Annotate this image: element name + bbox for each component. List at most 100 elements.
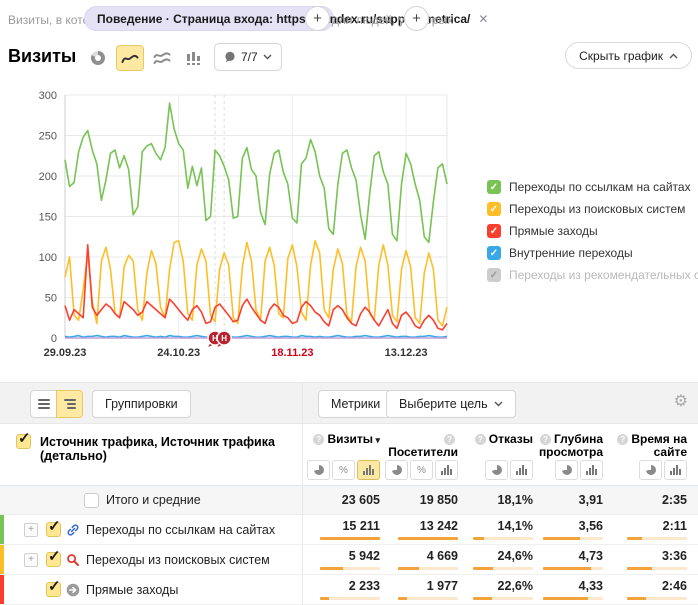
segment-chip[interactable]: Поведение · Страница входа: https://yand…: [84, 6, 334, 31]
pie-toggle[interactable]: [307, 460, 330, 480]
legend-label: Переходы из рекомендательных систем: [509, 268, 698, 282]
display-toggle-group: %: [302, 460, 380, 480]
chart-type-donut-button[interactable]: [84, 45, 112, 71]
metric-cell: 2:35: [603, 486, 687, 514]
chart-legend: ✓Переходы по ссылкам на сайтах✓Переходы …: [487, 176, 698, 286]
pie-toggle[interactable]: [485, 460, 508, 480]
bars-toggle[interactable]: [580, 460, 603, 480]
metric-minibar: [627, 537, 687, 540]
metric-value: 23 605: [342, 494, 380, 507]
tree-view-icon: [64, 399, 76, 409]
legend-checkbox[interactable]: ✓: [487, 202, 501, 216]
column-separator: [302, 382, 303, 605]
bars-icon: [363, 465, 374, 475]
pie-toggle[interactable]: [385, 460, 408, 480]
metric-minibar: [398, 597, 458, 600]
chart-type-stacked-button[interactable]: [148, 45, 176, 71]
legend-item[interactable]: ✓Переходы из поисковых систем: [487, 198, 698, 220]
metric-value: 4,73: [579, 550, 603, 563]
bars-toggle[interactable]: [664, 460, 687, 480]
metric-minibar: [473, 537, 533, 540]
legend-label: Прямые заходы: [509, 224, 598, 238]
metric-minibar: [398, 567, 458, 570]
hide-chart-label: Скрыть график: [579, 49, 663, 63]
percent-toggle[interactable]: %: [410, 460, 433, 480]
legend-checkbox[interactable]: ✓: [487, 180, 501, 194]
legend-checkbox[interactable]: ✓: [487, 268, 501, 282]
annotations-count: 7/7: [241, 50, 258, 64]
metric-column-header[interactable]: ?Время на сайте: [603, 424, 687, 459]
metric-value: 14,1%: [498, 520, 533, 533]
metric-value: 15 211: [342, 520, 380, 533]
bars-toggle[interactable]: [510, 460, 533, 480]
add-segment-button[interactable]: +: [305, 6, 330, 31]
help-icon[interactable]: ?: [617, 434, 628, 445]
metrica-report-page: Визиты, в которых Поведение · Страница в…: [0, 0, 698, 605]
groupings-button[interactable]: Группировки: [92, 390, 191, 418]
pie-toggle[interactable]: [639, 460, 662, 480]
sort-desc-icon: ▾: [373, 435, 380, 445]
help-icon[interactable]: ?: [444, 434, 455, 445]
metric-cell: 5 942: [302, 545, 380, 574]
people-filter-label: для людей, у которых: [332, 13, 453, 27]
metric-cell: 23 605: [302, 486, 380, 514]
y-tick-label: 100: [39, 252, 57, 264]
metric-value: 5 942: [349, 550, 380, 563]
help-icon[interactable]: ?: [313, 434, 324, 445]
percent-toggle[interactable]: %: [332, 460, 355, 480]
hide-chart-button[interactable]: Скрыть график: [565, 42, 692, 69]
metric-column-label: Посетители: [388, 445, 458, 459]
chart-type-line-button[interactable]: [116, 45, 144, 71]
gear-icon[interactable]: ⚙: [674, 394, 688, 410]
metric-value: 18,1%: [498, 494, 533, 507]
help-icon[interactable]: ?: [475, 434, 486, 445]
chevron-down-icon: [263, 54, 272, 60]
close-icon[interactable]: ✕: [478, 12, 488, 26]
metric-cell: 18,1%: [458, 486, 533, 514]
legend-label: Внутренние переходы: [509, 246, 633, 260]
metric-column-header[interactable]: ?Посетители: [380, 424, 458, 459]
metric-cell: 2:11: [603, 515, 687, 544]
legend-item[interactable]: ✓ Прямые заходы: [487, 220, 698, 242]
tree-view-button[interactable]: [56, 390, 83, 418]
y-tick-label: 300: [39, 90, 57, 102]
legend-checkbox[interactable]: ✓: [487, 246, 501, 260]
metric-value: 19 850: [420, 494, 458, 507]
metric-cell: 22,6%: [458, 575, 533, 604]
metric-cell: 4,33: [533, 575, 603, 604]
metric-cell: 2 233: [302, 575, 380, 604]
metrics-button[interactable]: Метрики: [318, 390, 393, 418]
metric-value: 4 669: [427, 550, 458, 563]
flat-list-view-button[interactable]: [30, 390, 57, 418]
x-tick-label: 13.12.23: [385, 347, 428, 359]
add-people-filter-button[interactable]: +: [404, 6, 429, 31]
bars-toggle[interactable]: [357, 460, 380, 480]
y-tick-label: 50: [45, 293, 57, 305]
metric-column-header[interactable]: ?Глубина просмотра: [533, 424, 603, 459]
legend-item[interactable]: ✓ Внутренние переходы: [487, 242, 698, 264]
metric-cell: 3:36: [603, 545, 687, 574]
help-icon[interactable]: ?: [540, 434, 551, 445]
legend-item[interactable]: ✓ Переходы из рекомендательных систем: [487, 264, 698, 286]
metric-column-header[interactable]: ?Отказы: [458, 424, 533, 459]
chart-header: Визиты 7/7: [0, 42, 698, 76]
bars-toggle[interactable]: [435, 460, 458, 480]
bars-icon: [586, 465, 597, 475]
metric-cell: 2:46: [603, 575, 687, 604]
pie-toggle[interactable]: [555, 460, 578, 480]
table-toolbar: Группировки Метрики Выберите цель ⚙: [0, 382, 698, 424]
metric-cell: 4 669: [380, 545, 458, 574]
x-tick-label: 24.10.23: [157, 347, 200, 359]
legend-item[interactable]: ✓Переходы по ссылкам на сайтах: [487, 176, 698, 198]
list-view-icon: [38, 399, 50, 409]
chart-type-columns-button[interactable]: [180, 45, 208, 71]
x-tick-label: 29.09.23: [44, 347, 87, 359]
choose-goal-dropdown[interactable]: Выберите цель: [386, 390, 516, 418]
metric-value: 3:36: [662, 550, 687, 563]
annotations-dropdown[interactable]: 7/7: [214, 43, 282, 71]
visits-chart[interactable]: 05010015020025030029.09.2324.10.2318.11.…: [0, 85, 470, 370]
metric-column-header[interactable]: ?Визиты ▾: [302, 424, 380, 459]
legend-checkbox[interactable]: ✓: [487, 224, 501, 238]
pie-icon: [492, 465, 502, 475]
chevron-down-icon: [494, 401, 503, 407]
